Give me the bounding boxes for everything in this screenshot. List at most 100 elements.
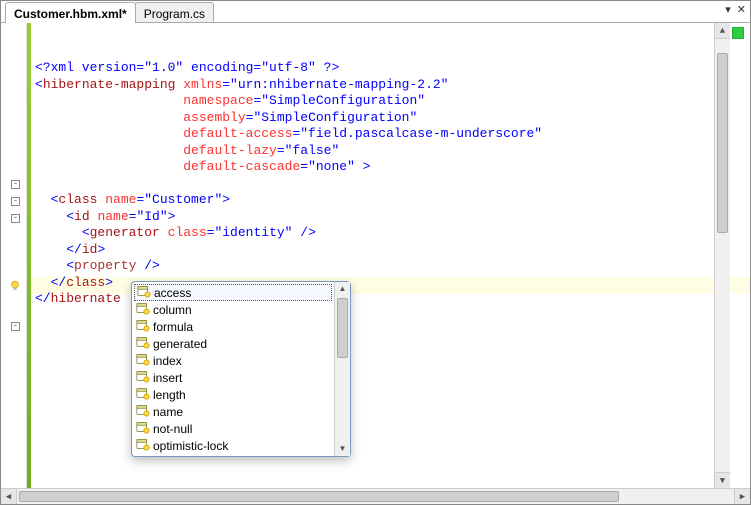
attr-value: ="Id"	[129, 209, 168, 224]
intellisense-item-label: index	[153, 354, 182, 368]
tab-dropdown-icon[interactable]: ▾	[725, 3, 731, 16]
scroll-up-button[interactable]: ▲	[715, 23, 730, 39]
intellisense-item[interactable]: not-null	[134, 420, 332, 437]
intellisense-item[interactable]: optimistic-lock	[134, 437, 332, 454]
punct: >	[97, 242, 105, 257]
attribute-icon	[136, 437, 150, 454]
tag-id: id	[74, 209, 90, 224]
popup-scrollbar[interactable]: ▲ ▼	[334, 282, 350, 456]
intellisense-item-label: insert	[153, 371, 182, 385]
tab-controls: ▾ ✕	[725, 3, 746, 16]
punct: />	[136, 258, 159, 273]
intellisense-item-label: column	[153, 303, 192, 317]
punct: >	[355, 159, 371, 174]
attr-name: default-lazy	[183, 143, 277, 158]
intellisense-list: access column formula generated index insert l…	[132, 282, 334, 456]
punct: </	[35, 291, 51, 306]
punct: >	[105, 275, 113, 290]
intellisense-item-label: generated	[153, 337, 207, 351]
scroll-down-button[interactable]: ▼	[335, 442, 350, 456]
attribute-icon	[136, 420, 150, 437]
intellisense-item[interactable]: name	[134, 403, 332, 420]
gutter: - - - -	[1, 23, 27, 488]
fold-toggle[interactable]: -	[11, 214, 20, 223]
scroll-right-button[interactable]: ▶	[734, 489, 750, 504]
attribute-icon	[136, 369, 150, 386]
punct: <	[82, 225, 90, 240]
attr-value: ="urn:nhibernate-mapping-2.2"	[222, 77, 448, 92]
horizontal-scrollbar[interactable]: ◀ ▶	[1, 488, 750, 504]
attr-value: ="none"	[300, 159, 355, 174]
tag-class: class	[58, 192, 97, 207]
scroll-down-button[interactable]: ▼	[715, 472, 730, 488]
fold-toggle[interactable]: -	[11, 197, 20, 206]
intellisense-item[interactable]: index	[134, 352, 332, 369]
punct: </	[51, 275, 67, 290]
scroll-up-button[interactable]: ▲	[335, 282, 350, 296]
intellisense-item-label: optimistic-lock	[153, 439, 228, 453]
scroll-thumb[interactable]	[337, 298, 348, 358]
scroll-left-button[interactable]: ◀	[1, 489, 17, 504]
tag-generator: generator	[90, 225, 160, 240]
intellisense-item-label: formula	[153, 320, 193, 334]
intellisense-item[interactable]: insert	[134, 369, 332, 386]
tag-id-close: id	[82, 242, 98, 257]
attr-name: default-cascade	[183, 159, 300, 174]
attr-name: xmlns	[175, 77, 222, 92]
punct: </	[66, 242, 82, 257]
intellisense-item[interactable]: column	[134, 301, 332, 318]
lightbulb-icon[interactable]	[9, 280, 21, 292]
attribute-icon	[137, 284, 151, 301]
attr-name: name	[90, 209, 129, 224]
attr-value: ="field.pascalcase-m-underscore"	[292, 126, 542, 141]
punct: />	[292, 225, 315, 240]
attr-name: default-access	[183, 126, 292, 141]
intellisense-popup[interactable]: access column formula generated index insert l…	[131, 281, 351, 457]
intellisense-item-label: name	[153, 405, 183, 419]
punct: >	[222, 192, 230, 207]
tag-hibernate-close-truncated: hibernate	[51, 291, 121, 306]
editor[interactable]: - - - - <?xml version="1.0" encoding="ut…	[1, 23, 750, 488]
tab-bar: Customer.hbm.xml* Program.cs ▾ ✕	[1, 1, 750, 23]
attribute-icon	[136, 318, 150, 335]
intellisense-item[interactable]: access	[134, 284, 332, 301]
fold-toggle[interactable]: -	[11, 322, 20, 331]
attr-value: ="Customer"	[136, 192, 222, 207]
intellisense-item-label: not-null	[153, 422, 192, 436]
intellisense-item-label: length	[153, 388, 186, 402]
scroll-thumb[interactable]	[19, 491, 619, 502]
attribute-icon	[136, 335, 150, 352]
attr-name: assembly	[183, 110, 245, 125]
attribute-icon	[136, 301, 150, 318]
tab-program-cs[interactable]: Program.cs	[135, 2, 214, 22]
attr-value: ="SimpleConfiguration"	[253, 93, 425, 108]
punct: >	[168, 209, 176, 224]
tab-label: Customer.hbm.xml*	[14, 7, 127, 21]
xml-declaration: <?xml version="1.0" encoding="utf-8" ?>	[35, 60, 339, 75]
intellisense-item[interactable]: formula	[134, 318, 332, 335]
attr-name: name	[97, 192, 136, 207]
attr-value: ="SimpleConfiguration"	[246, 110, 418, 125]
tag-hibernate-mapping: hibernate-mapping	[43, 77, 176, 92]
tab-customer-hbm[interactable]: Customer.hbm.xml*	[5, 2, 136, 22]
tag-property-error: property	[74, 258, 136, 273]
attr-value: ="false"	[277, 143, 339, 158]
fold-toggle[interactable]: -	[11, 180, 20, 189]
intellisense-item[interactable]: generated	[134, 335, 332, 352]
attribute-icon	[136, 386, 150, 403]
scroll-thumb[interactable]	[717, 53, 728, 233]
punct: <	[66, 258, 74, 273]
punct: <	[66, 209, 74, 224]
punct: <	[35, 77, 43, 92]
attr-name: class	[160, 225, 207, 240]
attr-name: namespace	[183, 93, 253, 108]
attribute-icon	[136, 352, 150, 369]
vertical-scrollbar[interactable]: ▲ ▼	[714, 23, 730, 488]
tag-class-close: class	[66, 275, 105, 290]
tab-close-icon[interactable]: ✕	[737, 3, 746, 16]
tab-label: Program.cs	[144, 7, 205, 21]
intellisense-item[interactable]: length	[134, 386, 332, 403]
attribute-icon	[136, 403, 150, 420]
intellisense-item-label: access	[154, 286, 191, 300]
error-status-indicator[interactable]	[732, 27, 744, 39]
